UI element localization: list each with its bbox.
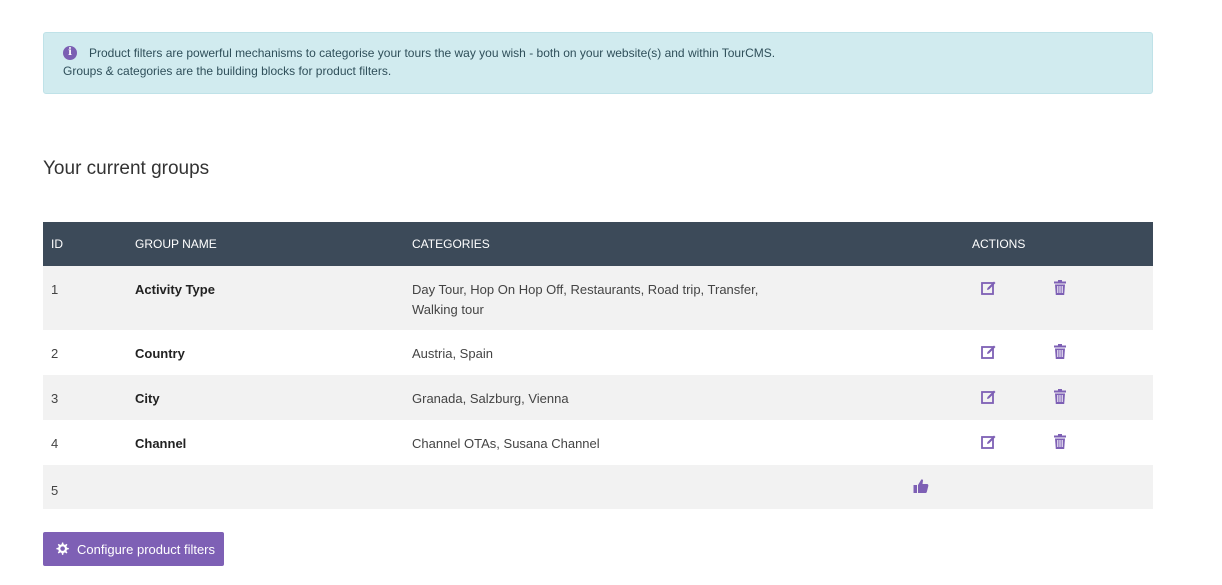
section-title: Your current groups bbox=[43, 158, 210, 179]
header-categories: CATEGORIES bbox=[412, 222, 871, 266]
row-categories: Channel OTAs, Susana Channel bbox=[412, 436, 600, 451]
table-row: 3 City Granada, Salzburg, Vienna bbox=[43, 375, 1153, 420]
trash-icon[interactable] bbox=[1053, 434, 1069, 450]
table-row: 5 bbox=[43, 465, 1153, 509]
thumbs-up-icon[interactable] bbox=[913, 478, 929, 494]
edit-icon[interactable] bbox=[981, 344, 997, 360]
trash-icon[interactable] bbox=[1053, 344, 1069, 360]
row-group-name: City bbox=[135, 391, 160, 406]
row-id: 3 bbox=[51, 391, 59, 406]
info-line-1: i Product filters are powerful mechanism… bbox=[63, 44, 1152, 62]
row-categories: Day Tour, Hop On Hop Off, Restaurants, R… bbox=[412, 282, 759, 317]
table-row: 4 Channel Channel OTAs, Susana Channel bbox=[43, 420, 1153, 465]
row-group-name: Activity Type bbox=[135, 282, 215, 297]
header-group-name: GROUP NAME bbox=[135, 222, 412, 266]
info-alert: i Product filters are powerful mechanism… bbox=[43, 32, 1153, 94]
edit-icon[interactable] bbox=[981, 434, 997, 450]
info-text-1: Product filters are powerful mechanisms … bbox=[89, 46, 776, 60]
gear-icon bbox=[56, 542, 69, 555]
info-icon: i bbox=[63, 46, 77, 60]
header-actions: ACTIONS bbox=[871, 222, 1053, 266]
row-categories: Granada, Salzburg, Vienna bbox=[412, 391, 569, 406]
groups-table: ID GROUP NAME CATEGORIES ACTIONS 1 Activ… bbox=[43, 222, 1153, 509]
row-group-name: Country bbox=[135, 346, 185, 361]
edit-icon[interactable] bbox=[981, 280, 997, 296]
row-id: 4 bbox=[51, 436, 59, 451]
configure-product-filters-button[interactable]: Configure product filters bbox=[43, 532, 224, 566]
trash-icon[interactable] bbox=[1053, 280, 1069, 296]
header-id: ID bbox=[43, 222, 135, 266]
row-group-name bbox=[135, 465, 412, 481]
table-row: 1 Activity Type Day Tour, Hop On Hop Off… bbox=[43, 266, 1153, 330]
row-id: 5 bbox=[51, 483, 59, 498]
table-row: 2 Country Austria, Spain bbox=[43, 330, 1153, 375]
row-id: 1 bbox=[51, 282, 59, 297]
table-header-row: ID GROUP NAME CATEGORIES ACTIONS bbox=[43, 222, 1153, 266]
trash-icon[interactable] bbox=[1053, 389, 1069, 405]
row-id: 2 bbox=[51, 346, 59, 361]
header-actions-spacer bbox=[1053, 222, 1153, 266]
row-categories: Austria, Spain bbox=[412, 346, 493, 361]
edit-icon[interactable] bbox=[981, 389, 997, 405]
configure-button-label: Configure product filters bbox=[77, 541, 216, 557]
info-text-2: Groups & categories are the building blo… bbox=[63, 64, 392, 78]
row-group-name: Channel bbox=[135, 436, 187, 451]
